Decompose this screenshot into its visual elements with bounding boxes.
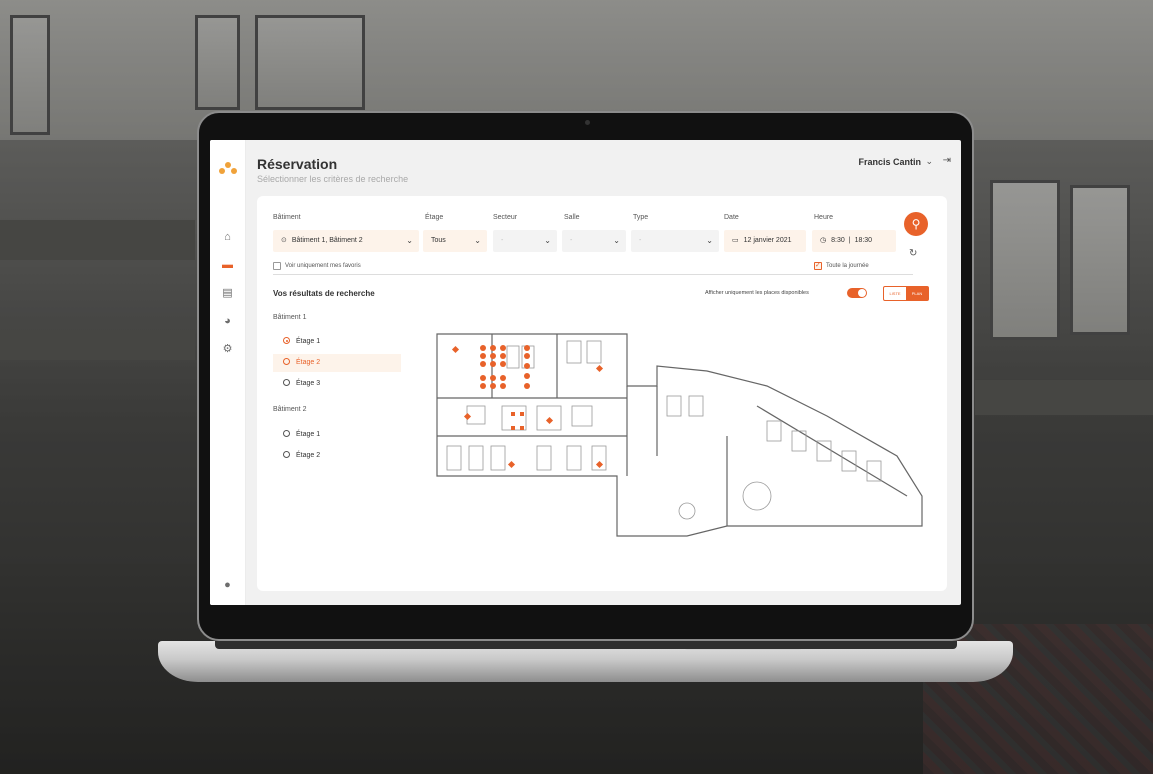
time-label: Heure xyxy=(814,214,834,221)
home-icon[interactable]: ⌂ xyxy=(222,232,233,243)
floor-label: Étage 3 xyxy=(296,380,321,387)
date-picker[interactable]: ▭ 12 janvier 2021 xyxy=(724,230,806,252)
date-value: 12 janvier 2021 xyxy=(743,237,792,244)
type-label: Type xyxy=(633,214,649,221)
chevron-down-icon[interactable]: ⌄ xyxy=(925,156,933,167)
available-only-label: Afficher uniquement les places disponibl… xyxy=(705,290,809,296)
floor-label: Étage 1 xyxy=(296,338,321,345)
page-title: Réservation xyxy=(257,156,338,172)
building-value: Bâtiment 1, Bâtiment 2 xyxy=(291,237,363,244)
room-select[interactable]: - ⌄ xyxy=(562,230,626,252)
available-only-toggle[interactable] xyxy=(847,288,867,298)
page-subtitle: Sélectionner les critères de recherche xyxy=(257,174,409,184)
radio-button[interactable] xyxy=(283,430,290,437)
chevron-down-icon: ⌄ xyxy=(406,236,413,245)
building-1-floor-3[interactable]: Étage 3 xyxy=(273,375,401,393)
floor-select[interactable]: Tous ⌄ xyxy=(423,230,487,252)
gear-icon[interactable]: ⚙ xyxy=(222,344,233,355)
building-2-label: Bâtiment 2 xyxy=(273,406,307,413)
room-value: - xyxy=(570,237,573,244)
chevron-down-icon: ⌄ xyxy=(613,236,620,245)
floor-label: Étage xyxy=(425,214,444,221)
checkbox-box[interactable] xyxy=(273,262,281,270)
sector-label: Secteur xyxy=(493,214,518,221)
search-card: Bâtiment Étage Secteur Salle Type Date H… xyxy=(257,196,947,591)
clock-icon: ◷ xyxy=(820,237,827,244)
sector-select[interactable]: - ⌄ xyxy=(493,230,557,252)
user-icon[interactable]: ● xyxy=(222,580,233,591)
logout-icon[interactable]: ⇥ xyxy=(943,155,951,166)
floor-label: Étage 2 xyxy=(296,452,321,459)
radio-button[interactable] xyxy=(283,358,290,365)
building-label: Bâtiment xyxy=(273,214,301,221)
time-start: 8:30 xyxy=(831,237,845,244)
user-name[interactable]: Francis Cantin xyxy=(858,157,921,167)
reset-button[interactable]: ↻ xyxy=(909,248,917,259)
calendar-icon[interactable]: ▬ xyxy=(222,260,233,271)
reset-icon: ↻ xyxy=(909,248,918,259)
sector-value: - xyxy=(501,237,504,244)
type-select[interactable]: - ⌄ xyxy=(631,230,719,252)
building-1-floor-1[interactable]: Étage 1 xyxy=(273,333,401,351)
time-picker[interactable]: ◷ 8:30 | 18:30 xyxy=(812,230,896,252)
view-switch[interactable]: LISTE PLAN xyxy=(883,286,929,301)
building-1-floor-2[interactable]: Étage 2 xyxy=(273,354,401,372)
favorites-only-checkbox[interactable]: Voir uniquement mes favoris xyxy=(273,262,361,270)
results-title: Vos résultats de recherche xyxy=(273,289,375,298)
all-day-label: Toute la journée xyxy=(826,263,869,269)
radio-button[interactable] xyxy=(283,337,290,344)
chevron-down-icon: ⌄ xyxy=(706,236,713,245)
location-pin-icon: ⊙ xyxy=(281,237,287,244)
floor-value: Tous xyxy=(431,237,446,244)
camera xyxy=(585,120,590,125)
search-icon: ⚲ xyxy=(911,217,921,231)
list-view-button[interactable]: LISTE xyxy=(884,287,906,300)
building-select[interactable]: ⊙ Bâtiment 1, Bâtiment 2 ⌄ xyxy=(273,230,419,252)
room-label: Salle xyxy=(564,214,580,221)
favorites-only-label: Voir uniquement mes favoris xyxy=(285,263,361,269)
time-end: 18:30 xyxy=(854,237,873,244)
calendar-check-icon[interactable]: ▤ xyxy=(222,288,233,299)
radio-button[interactable] xyxy=(283,379,290,386)
chevron-down-icon: ⌄ xyxy=(474,236,481,245)
sidebar: ⌂ ▬ ▤ ◕ ⚙ ● xyxy=(210,140,246,605)
checkbox-box[interactable] xyxy=(814,261,822,270)
floor-label: Étage 1 xyxy=(296,431,321,438)
app-screen: ⌂ ▬ ▤ ◕ ⚙ ● Réservation Sélectionner les… xyxy=(210,140,961,605)
building-2-floor-1[interactable]: Étage 1 xyxy=(273,426,401,444)
radio-button[interactable] xyxy=(283,451,290,458)
time-separator: | xyxy=(848,237,851,244)
keyboard-edge xyxy=(215,641,957,649)
divider xyxy=(273,274,913,275)
type-value: - xyxy=(639,237,642,244)
building-2-floor-2[interactable]: Étage 2 xyxy=(273,447,401,465)
floor-plan-map[interactable] xyxy=(427,326,927,541)
floor-label: Étage 2 xyxy=(296,359,321,366)
chevron-down-icon: ⌄ xyxy=(544,236,551,245)
chart-pie-icon[interactable]: ◕ xyxy=(222,316,233,327)
search-button[interactable]: ⚲ xyxy=(904,212,928,236)
all-day-checkbox[interactable]: Toute la journée xyxy=(814,261,869,270)
app-logo[interactable] xyxy=(219,162,237,174)
date-label: Date xyxy=(724,214,739,221)
map-view-button[interactable]: PLAN xyxy=(906,287,928,300)
building-1-label: Bâtiment 1 xyxy=(273,314,307,321)
calendar-icon: ▭ xyxy=(732,237,739,244)
